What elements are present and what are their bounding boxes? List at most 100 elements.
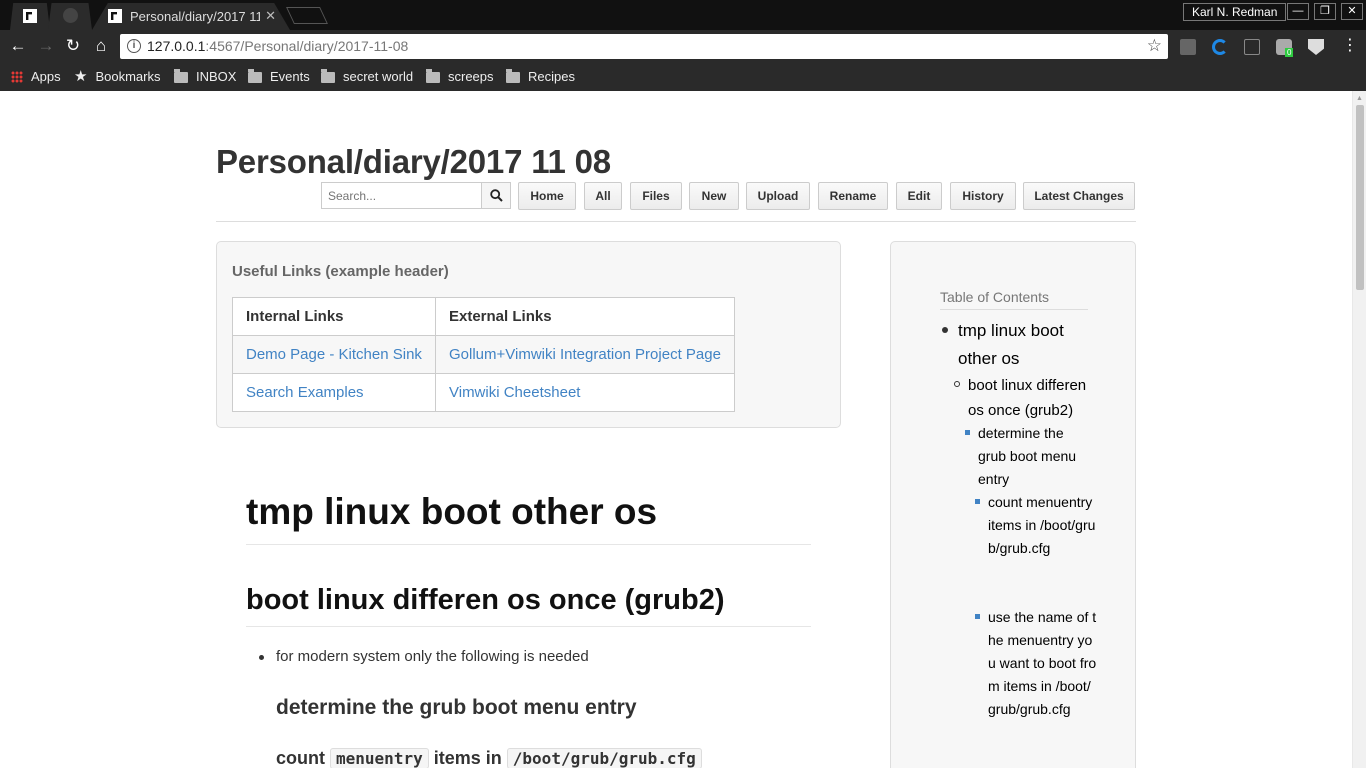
bookmarks-bar: Apps ★ Bookmarks INBOX Events secret worl…: [0, 62, 1366, 91]
useful-links-header: Useful Links (example header): [232, 263, 449, 280]
bookmark-label: screeps: [448, 69, 494, 84]
list-item: for modern system only the following is …: [259, 648, 589, 665]
close-tab-icon[interactable]: ✕: [265, 8, 276, 24]
toc-bullet: [975, 499, 980, 504]
external-link[interactable]: Gollum+Vimwiki Integration Project Page: [435, 335, 735, 374]
toc-bullet: [942, 327, 948, 333]
internal-link[interactable]: Search Examples: [232, 373, 436, 412]
bookmark-label: Events: [270, 69, 310, 84]
folder-icon: [426, 69, 440, 83]
toc-link-text: tmp linux boot other os: [958, 321, 1064, 368]
bookmark-label: Apps: [31, 69, 61, 84]
heading-3: determine the grub boot menu entry: [276, 696, 637, 719]
home-button[interactable]: Home: [518, 182, 576, 210]
shield-extension-icon[interactable]: 0: [1276, 39, 1294, 57]
inline-code: /boot/grub/grub.cfg: [506, 748, 702, 768]
header-divider: [216, 221, 1136, 222]
table-row: Search Examples Vimwiki Cheetsheet: [232, 373, 735, 412]
bookmark-recipes[interactable]: Recipes: [506, 68, 575, 86]
heading-1-rule: [246, 544, 811, 545]
star-icon: ★: [74, 68, 88, 85]
cast-icon[interactable]: [1244, 39, 1260, 55]
mail-extension-icon[interactable]: [1180, 39, 1196, 55]
heading-4-text: count: [276, 748, 325, 768]
pinned-tab-github[interactable]: [48, 3, 92, 30]
address-bar[interactable]: i 127.0.0.1:4567/Personal/diary/2017-11-…: [120, 34, 1168, 59]
ublock-icon[interactable]: [1308, 39, 1324, 55]
latest-changes-button[interactable]: Latest Changes: [1023, 182, 1135, 210]
bookmark-events[interactable]: Events: [248, 68, 310, 86]
new-button[interactable]: New: [689, 182, 739, 210]
column-header: External Links: [435, 297, 735, 336]
tab-active[interactable]: Personal/diary/2017 11 08 ✕: [92, 3, 290, 30]
github-icon: [63, 8, 78, 23]
scrollbar-thumb[interactable]: [1356, 105, 1364, 290]
site-info-icon[interactable]: i: [127, 39, 141, 53]
inline-code: menuentry: [330, 748, 429, 768]
bookmark-label: INBOX: [196, 69, 237, 84]
files-button[interactable]: Files: [630, 182, 682, 210]
bookmark-label: Bookmarks: [95, 69, 161, 84]
url-host: 127.0.0.1: [147, 38, 206, 54]
table-header-row: Internal Links External Links: [232, 297, 735, 336]
url-path: :4567/Personal/diary/2017-11-08: [205, 38, 409, 54]
restore-button[interactable]: ❐: [1314, 3, 1336, 20]
edit-button[interactable]: Edit: [896, 182, 942, 210]
internal-link[interactable]: Demo Page - Kitchen Sink: [232, 335, 436, 374]
minimize-button[interactable]: —: [1287, 3, 1309, 20]
toc-link-l1[interactable]: tmp linux boot other os: [958, 317, 1088, 373]
folder-icon: [174, 69, 188, 83]
toc-bullet: [954, 381, 960, 387]
toc-link-l4[interactable]: use the name of the menuentry you want t…: [988, 606, 1098, 721]
bookmark-star-icon[interactable]: ☆: [1147, 36, 1162, 56]
new-tab-button[interactable]: [286, 7, 328, 24]
table-of-contents: Table of Contents tmp linux boot other o…: [890, 241, 1136, 768]
page-scrollbar[interactable]: ▲: [1352, 91, 1366, 768]
toc-link-text: boot linux differen os once (grub2): [968, 377, 1087, 419]
bookmark-secret-world[interactable]: secret world: [321, 68, 413, 86]
forward-button[interactable]: →: [36, 36, 56, 56]
links-table: Internal Links External Links Demo Page …: [232, 297, 735, 412]
table-row: Demo Page - Kitchen Sink Gollum+Vimwiki …: [232, 335, 735, 374]
back-button[interactable]: ←: [8, 36, 28, 56]
pinned-tab-gollum[interactable]: [10, 3, 50, 30]
tab-strip: Personal/diary/2017 11 08 ✕ Karl N. Redm…: [0, 0, 1366, 30]
home-icon[interactable]: ⌂: [91, 36, 111, 56]
heading-2: boot linux differen os once (grub2): [246, 584, 725, 616]
toc-link-l3[interactable]: determine the grub boot menu entry: [978, 422, 1088, 491]
toc-bullet: [975, 614, 980, 619]
upload-button[interactable]: Upload: [746, 182, 810, 210]
toc-link-l4[interactable]: count menuentry items in /boot/grub/grub…: [988, 491, 1098, 560]
profile-button[interactable]: Karl N. Redman: [1183, 3, 1287, 21]
bookmark-screeps[interactable]: screeps: [426, 68, 494, 86]
bookmark-label: secret world: [343, 69, 414, 84]
search-button[interactable]: [481, 182, 511, 209]
toc-link-l2[interactable]: boot linux differen os once (grub2): [968, 373, 1093, 423]
url-text[interactable]: 127.0.0.1:4567/Personal/diary/2017-11-08: [147, 38, 408, 54]
search-input[interactable]: [321, 182, 482, 209]
heading-2-rule: [246, 626, 811, 627]
page-viewport: Personal/diary/2017 11 08 Home All Files…: [0, 91, 1352, 768]
c-extension-icon[interactable]: [1212, 39, 1228, 55]
all-button[interactable]: All: [584, 182, 622, 210]
bookmark-inbox[interactable]: INBOX: [174, 68, 236, 86]
toc-bullet: [965, 430, 970, 435]
menu-icon[interactable]: ⋮: [1340, 36, 1360, 56]
page-title: Personal/diary/2017 11 08: [216, 143, 611, 180]
gollum-favicon-icon: [23, 9, 37, 23]
toc-link-text: use the name of the menuentry you want t…: [988, 609, 1097, 717]
external-link[interactable]: Vimwiki Cheetsheet: [435, 373, 735, 412]
folder-icon: [248, 69, 262, 83]
useful-links-box: Useful Links (example header) Internal L…: [216, 241, 841, 428]
bookmark-apps[interactable]: Apps: [11, 68, 61, 86]
toc-link-text: determine the grub boot menu entry: [978, 425, 1077, 487]
bookmark-label: Recipes: [528, 69, 575, 84]
rename-button[interactable]: Rename: [818, 182, 888, 210]
scroll-up-icon[interactable]: ▲: [1356, 95, 1363, 102]
reload-button[interactable]: ↻: [63, 36, 83, 56]
close-window-button[interactable]: ✕: [1341, 3, 1363, 20]
extension-badge: 0: [1285, 48, 1294, 57]
history-button[interactable]: History: [950, 182, 1016, 210]
bookmark-bookmarks[interactable]: ★ Bookmarks: [74, 68, 160, 86]
heading-1: tmp linux boot other os: [246, 491, 658, 532]
